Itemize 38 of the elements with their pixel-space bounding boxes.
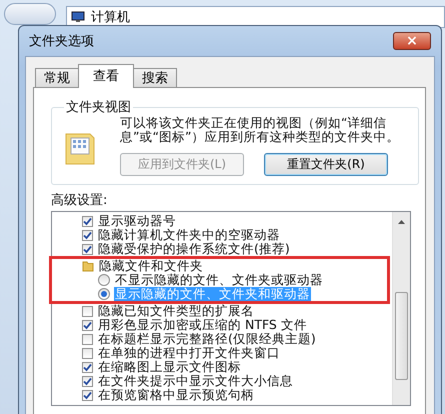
option-label[interactable]: 在标题栏显示完整路径(仅限经典主题) — [97, 332, 317, 346]
checkbox[interactable] — [82, 390, 93, 400]
option-label[interactable]: 在文件夹提示中显示文件大小信息 — [97, 374, 294, 388]
option-label[interactable]: 用彩色显示加密或压缩的 NTFS 文件 — [97, 318, 308, 332]
computer-icon — [71, 11, 85, 23]
checkbox[interactable] — [82, 320, 93, 330]
folder-icon — [82, 260, 94, 272]
option-label[interactable]: 隐藏计算机文件夹中的空驱动器 — [97, 228, 281, 242]
tab[interactable]: 常规 — [35, 68, 79, 87]
checkbox[interactable] — [82, 376, 93, 386]
radio-button[interactable] — [98, 288, 110, 300]
reset-button[interactable]: 重置文件夹(R) — [264, 153, 388, 176]
checkbox[interactable] — [82, 334, 93, 344]
checkbox[interactable] — [82, 362, 93, 372]
option-label[interactable]: 在预览窗格中显示预览句柄 — [97, 388, 255, 402]
tab[interactable]: 查看 — [78, 64, 134, 88]
radio-button[interactable] — [98, 274, 110, 286]
option-label[interactable]: 不显示隐藏的文件、文件夹或驱动器 — [114, 273, 324, 287]
option-label[interactable]: 隐藏已知文件类型的扩展名 — [97, 304, 255, 318]
option-label[interactable]: 隐藏受保护的操作系统文件(推荐) — [97, 242, 291, 256]
scroll-up-icon[interactable] — [398, 220, 405, 224]
checkbox[interactable] — [82, 244, 93, 254]
description-text: 可以将该文件夹正在使用的视图（例如“详细信息”或“图标”）应用到所有这种类型的文件夹中。 — [120, 116, 400, 144]
option-label[interactable]: 在缩略图上显示文件图标 — [97, 360, 242, 374]
scroll-thumb[interactable] — [395, 292, 408, 380]
checkbox[interactable] — [82, 348, 93, 358]
group-title: 文件夹视图 — [65, 99, 132, 116]
checkbox[interactable] — [82, 230, 93, 240]
option-label[interactable]: 显示驱动器号 — [97, 214, 177, 228]
section-label: 高级设置: — [51, 192, 108, 209]
group-label: 隐藏文件和文件夹 — [98, 259, 204, 273]
scrollbar[interactable] — [392, 212, 410, 405]
option-label[interactable]: 在单独的进程中打开文件夹窗口 — [97, 346, 281, 360]
address-text: 计算机 — [91, 9, 130, 26]
checkbox[interactable] — [82, 306, 93, 316]
checkbox[interactable] — [82, 216, 93, 226]
tab[interactable]: 搜索 — [133, 68, 177, 87]
window-title: 文件夹选项 — [29, 33, 94, 50]
